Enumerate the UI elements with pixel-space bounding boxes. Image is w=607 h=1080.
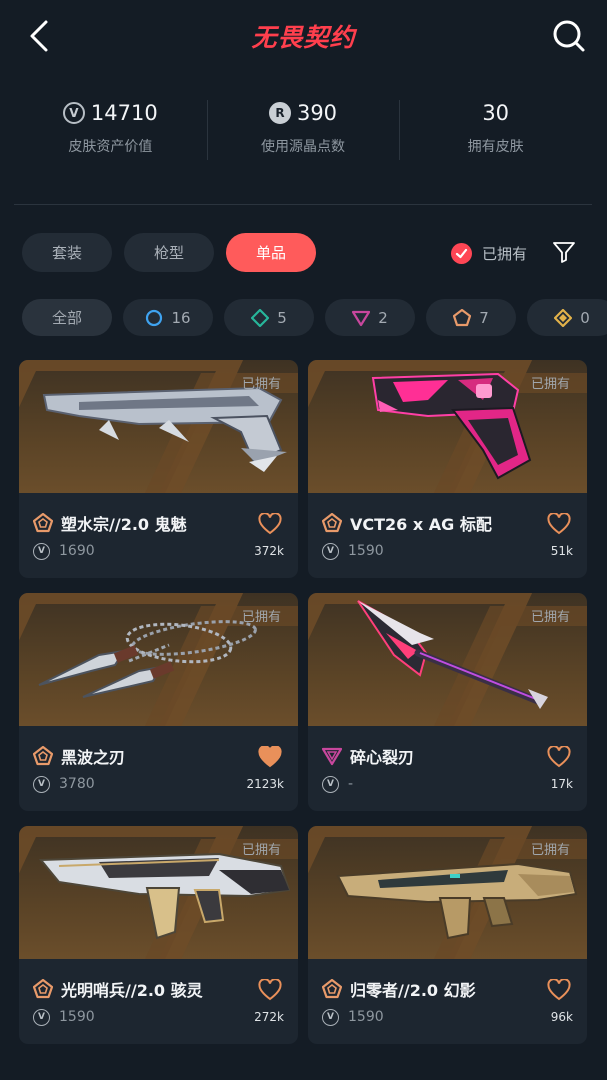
stat-radianite: R 390 使用源晶点数 bbox=[206, 96, 400, 162]
select-tier-icon bbox=[146, 309, 163, 326]
skin-card[interactable]: 已拥有 归零者//2.0 幻影 V 1590 96k bbox=[308, 826, 587, 1044]
skin-price: 1590 bbox=[348, 543, 384, 559]
owned-filter-toggle[interactable]: 已拥有 bbox=[451, 240, 527, 266]
skin-image: 已拥有 bbox=[19, 826, 298, 959]
exclusive-tier-icon bbox=[33, 979, 53, 999]
tier-chip-ultra[interactable]: 0 bbox=[527, 299, 607, 336]
vp-coin-icon: V bbox=[33, 1008, 50, 1026]
like-count: 96k bbox=[550, 1010, 573, 1024]
tier-chip-label: 全部 bbox=[51, 309, 82, 327]
premium-tier-icon bbox=[322, 747, 342, 766]
stat-value: 30 bbox=[482, 101, 510, 125]
vp-coin-icon: V bbox=[322, 542, 339, 560]
tier-chip-count: 0 bbox=[580, 308, 590, 327]
radianite-icon: R bbox=[268, 102, 291, 124]
checkmark-icon bbox=[451, 242, 472, 264]
like-count: 372k bbox=[254, 544, 284, 558]
owned-tag: 已拥有 bbox=[241, 843, 281, 858]
filter-icon[interactable] bbox=[552, 240, 576, 264]
like-count: 2123k bbox=[246, 777, 285, 791]
skin-name: 归零者//2.0 幻影 bbox=[350, 981, 476, 1000]
divider bbox=[14, 204, 592, 205]
tier-chip-exclusive[interactable]: 7 bbox=[426, 299, 516, 336]
stat-owned-skins: 30 拥有皮肤 bbox=[399, 96, 592, 162]
vp-coin-icon: V bbox=[62, 102, 85, 124]
stats-summary: V 14710 皮肤资产价值 R 390 使用源晶点数 30 拥有皮肤 bbox=[14, 96, 592, 162]
vp-coin-icon: V bbox=[33, 542, 50, 560]
vp-coin-icon: V bbox=[322, 775, 339, 793]
exclusive-tier-icon bbox=[453, 308, 472, 326]
app-title: 无畏契约 bbox=[251, 23, 356, 52]
tier-chip-count: 5 bbox=[277, 308, 287, 327]
skin-price: 1690 bbox=[59, 543, 95, 559]
skin-name: 塑水宗//2.0 鬼魅 bbox=[61, 515, 187, 534]
exclusive-tier-icon bbox=[322, 979, 342, 999]
owned-tag: 已拥有 bbox=[530, 377, 570, 392]
exclusive-tier-icon bbox=[322, 513, 342, 533]
skin-price: - bbox=[348, 776, 354, 792]
owned-tag: 已拥有 bbox=[530, 610, 570, 625]
tab-weapon-type[interactable]: 枪型 bbox=[124, 233, 214, 272]
ultra-tier-icon bbox=[554, 308, 573, 327]
skin-card[interactable]: 已拥有 碎心裂刃 V - 17k bbox=[308, 593, 587, 811]
like-count: 272k bbox=[254, 1010, 284, 1024]
owned-tag: 已拥有 bbox=[530, 843, 570, 858]
tier-chip-premium[interactable]: 2 bbox=[325, 299, 415, 336]
exclusive-tier-icon bbox=[33, 746, 53, 766]
tier-chip-count: 7 bbox=[479, 308, 489, 327]
skin-price: 1590 bbox=[59, 1009, 95, 1025]
like-count: 51k bbox=[550, 544, 573, 558]
skin-price: 3780 bbox=[59, 776, 95, 792]
skin-name: 碎心裂刃 bbox=[350, 748, 415, 767]
owned-tag: 已拥有 bbox=[241, 610, 281, 625]
skin-image: 已拥有 bbox=[308, 593, 587, 726]
owned-tag: 已拥有 bbox=[241, 377, 281, 392]
skin-price: 1590 bbox=[348, 1009, 384, 1025]
like-count: 17k bbox=[550, 777, 573, 791]
search-icon[interactable] bbox=[551, 18, 587, 54]
tier-chip-count: 2 bbox=[378, 308, 388, 327]
vp-coin-icon: V bbox=[322, 1008, 339, 1026]
stat-label: 皮肤资产价值 bbox=[68, 139, 153, 155]
stat-value: 390 bbox=[296, 101, 338, 125]
deluxe-tier-icon bbox=[251, 308, 270, 327]
skin-card[interactable]: 已拥有 塑水宗//2.0 鬼魅 V 1690 372k bbox=[19, 360, 298, 578]
skin-image: 已拥有 bbox=[19, 360, 298, 493]
heart-icon[interactable] bbox=[258, 513, 282, 535]
stat-skin-value: V 14710 皮肤资产价值 bbox=[14, 96, 207, 162]
heart-icon[interactable] bbox=[547, 513, 571, 535]
skin-name: 黑波之刃 bbox=[61, 748, 126, 767]
heart-icon[interactable] bbox=[547, 746, 571, 768]
skin-name: VCT26 x AG 标配 bbox=[350, 515, 492, 534]
premium-tier-icon bbox=[352, 310, 371, 326]
tier-chip-select[interactable]: 16 bbox=[123, 299, 213, 336]
skin-image: 已拥有 bbox=[19, 593, 298, 726]
heart-filled-icon[interactable] bbox=[258, 746, 282, 768]
heart-icon[interactable] bbox=[547, 979, 571, 1001]
vp-coin-icon: V bbox=[33, 775, 50, 793]
tier-chip-all[interactable]: 全部 bbox=[22, 299, 112, 336]
skin-card[interactable]: 已拥有 光明哨兵//2.0 骇灵 V 1590 272k bbox=[19, 826, 298, 1044]
stat-label: 使用源晶点数 bbox=[261, 139, 345, 155]
stat-value: 14710 bbox=[90, 101, 158, 125]
stat-label: 拥有皮肤 bbox=[467, 139, 524, 155]
tab-single-item[interactable]: 单品 bbox=[226, 233, 316, 272]
skin-name: 光明哨兵//2.0 骇灵 bbox=[61, 981, 203, 1000]
skin-image: 已拥有 bbox=[308, 826, 587, 959]
skin-grid: 已拥有 塑水宗//2.0 鬼魅 V 1690 372k 已拥有 VCT26 x … bbox=[19, 360, 587, 1044]
tier-chip-deluxe[interactable]: 5 bbox=[224, 299, 314, 336]
owned-filter-label: 已拥有 bbox=[482, 244, 528, 263]
heart-icon[interactable] bbox=[258, 979, 282, 1001]
skin-image: 已拥有 bbox=[308, 360, 587, 493]
skin-card[interactable]: 已拥有 黑波之刃 V 3780 2123k bbox=[19, 593, 298, 811]
category-tabs: 套装 枪型 单品 bbox=[22, 233, 316, 272]
skin-card[interactable]: 已拥有 VCT26 x AG 标配 V 1590 51k bbox=[308, 360, 587, 578]
exclusive-tier-icon bbox=[33, 513, 53, 533]
tab-bundle[interactable]: 套装 bbox=[22, 233, 112, 272]
top-bar: 无畏契约 bbox=[0, 0, 607, 74]
tier-chip-count: 16 bbox=[171, 308, 191, 327]
tier-filter-chips: 全部 16 5 2 7 0 bbox=[22, 299, 607, 336]
